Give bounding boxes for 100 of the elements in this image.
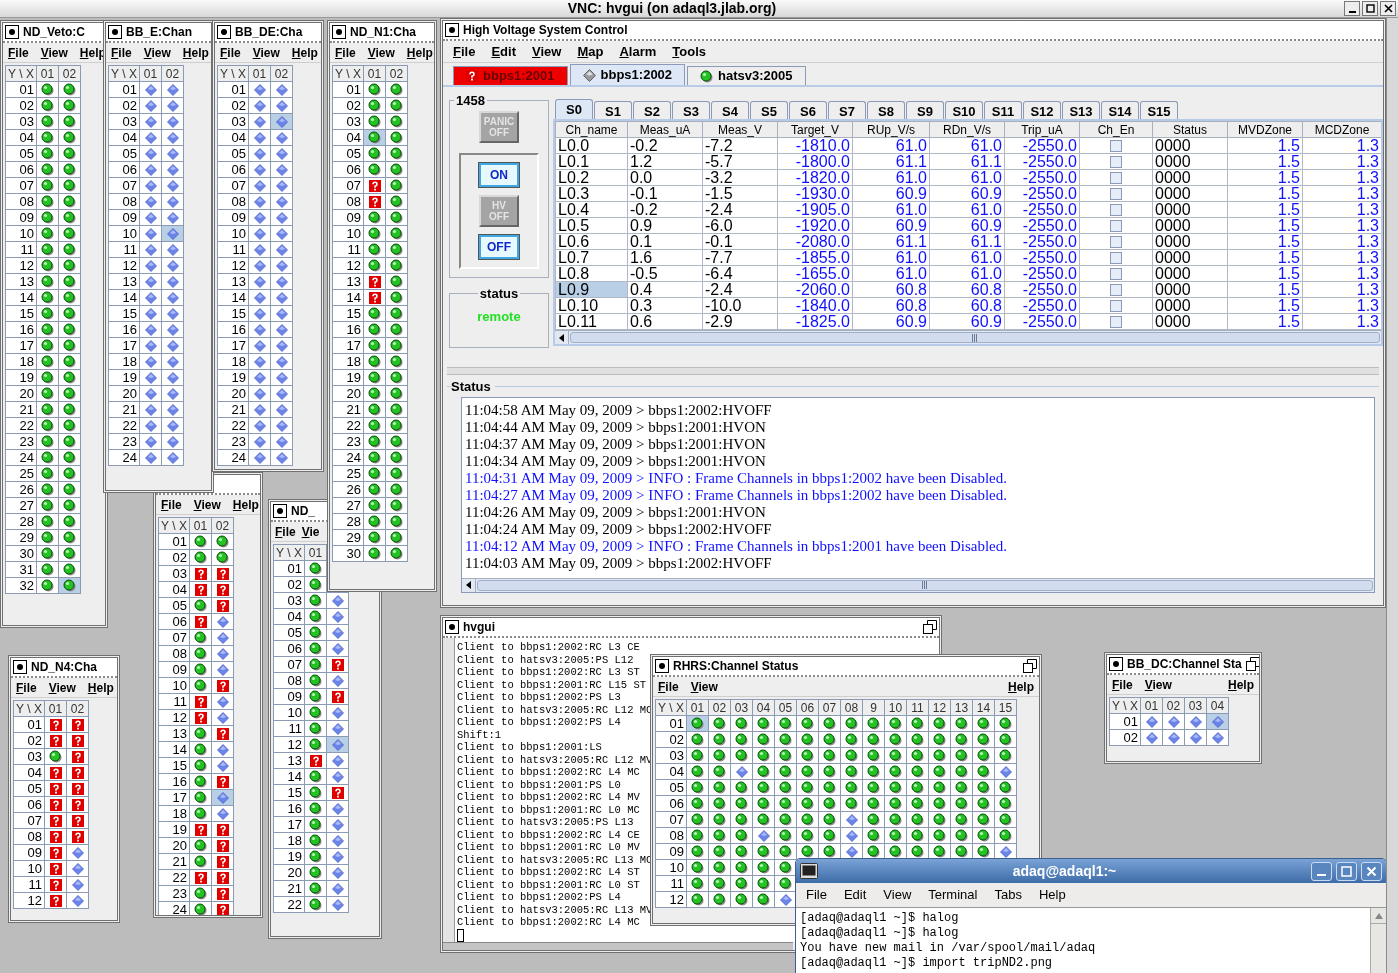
column-header[interactable]: Ch_name (555, 121, 628, 138)
window-title: RHRS:Channel Status (673, 658, 799, 675)
menu-item[interactable]: File (275, 522, 296, 541)
window-title: ND_N4:Cha (31, 659, 97, 676)
tab[interactable]: S8 (867, 101, 905, 119)
column-header[interactable]: MCDZone (1302, 121, 1381, 138)
column-header[interactable]: Target_V (777, 121, 853, 138)
menu-item[interactable]: File (453, 41, 476, 62)
window-title: BB_DC:Channel Sta (1127, 656, 1242, 673)
control-button[interactable]: OFF (479, 234, 519, 259)
menu-item[interactable]: Help (182, 43, 209, 62)
column-header: Y \ X (108, 65, 140, 82)
menu-item[interactable]: File (8, 43, 29, 62)
menu-item[interactable]: Help (1228, 675, 1254, 694)
column-header[interactable]: Ch_En (1079, 121, 1153, 138)
menu-item[interactable]: File (335, 43, 356, 62)
column-header: 15 (994, 699, 1017, 716)
column-header[interactable]: RUp_V/s (852, 121, 930, 138)
column-header: Y \ X (1109, 697, 1141, 714)
column-header[interactable]: Trip_uA (1004, 121, 1080, 138)
menu-item[interactable]: View (532, 41, 562, 62)
column-header: Y \ X (332, 65, 364, 82)
console-line: Client to hatsv3:2005:PS L12 (457, 653, 634, 666)
tab[interactable]: S9 (906, 101, 944, 119)
control-button[interactable]: ON (479, 162, 519, 187)
tab[interactable]: S10 (945, 101, 983, 119)
column-header: 02 (66, 700, 89, 717)
window-title: ND_ (291, 503, 315, 520)
tab[interactable]: S2 (633, 101, 671, 119)
menu-item[interactable]: Help (291, 43, 318, 62)
group-title: status (478, 284, 520, 303)
tab[interactable]: S15 (1140, 101, 1178, 119)
window-title: hvgui (463, 619, 495, 636)
menu-item[interactable]: Help (232, 495, 259, 514)
console-line: Client to bbps1:2002:RC L4 MC (457, 916, 640, 929)
column-header: 9 (862, 699, 885, 716)
menu-item[interactable]: File (161, 495, 182, 514)
tab[interactable]: S7 (828, 101, 866, 119)
menu-item[interactable]: File (111, 43, 132, 62)
log-line: 11:04:31 AM May 09, 2009 > INFO : Frame Channels in bbps1:2002 have been Disabled. (465, 469, 1008, 487)
menu-item[interactable]: File (806, 885, 827, 905)
column-header: 02 (385, 65, 408, 82)
menu-item[interactable]: View (883, 885, 912, 905)
column-header: 01 (304, 544, 327, 561)
menu-item[interactable]: View (40, 43, 68, 62)
menu-item[interactable]: Help (406, 43, 433, 62)
tab[interactable]: S4 (711, 101, 749, 119)
tab[interactable]: S14 (1101, 101, 1139, 119)
menu-item[interactable]: Tabs (994, 885, 1022, 905)
tab[interactable]: S6 (789, 101, 827, 119)
menu-item[interactable]: File (16, 678, 37, 697)
menu-item[interactable]: View (48, 678, 76, 697)
menu-item[interactable]: View (143, 43, 171, 62)
log-line: 11:04:03 AM May 09, 2009 > bbps1:2002:HVOFF (465, 554, 773, 572)
menu-item[interactable]: Help (87, 678, 114, 697)
column-header: Y \ X (217, 65, 249, 82)
menu-item[interactable]: View (690, 677, 718, 696)
console-line: Client to bbps1:2002:RC L3 ST (457, 666, 640, 679)
menu-item[interactable]: View (367, 43, 395, 62)
column-header: 02 (58, 65, 81, 82)
column-header: 06 (796, 699, 819, 716)
tab[interactable]: bbps1:2002 (569, 64, 686, 85)
menu-item[interactable]: View (1144, 675, 1172, 694)
column-header[interactable]: MVDZone (1227, 121, 1303, 138)
console-line: Client to bbps1:2002:RC L3 CE (457, 641, 640, 654)
tab[interactable]: S12 (1023, 101, 1061, 119)
tab[interactable]: S11 (984, 101, 1022, 119)
group-title: Status (451, 378, 492, 396)
log-line: 11:04:27 AM May 09, 2009 > INFO : Frame Channels in bbps1:2002 have been Disabled. (465, 486, 1008, 504)
menu-item[interactable]: Edit (843, 885, 867, 905)
column-header[interactable]: Meas_V (702, 121, 778, 138)
tab[interactable]: S1 (594, 101, 632, 119)
window-title: adaq@adaql1:~ (1011, 861, 1118, 881)
column-header: 11 (906, 699, 929, 716)
menu-item[interactable]: Alarm (619, 41, 657, 62)
tab[interactable]: S13 (1062, 101, 1100, 119)
tab[interactable]: S5 (750, 101, 788, 119)
tab[interactable]: hatsv3:2005 (687, 66, 806, 85)
tab[interactable]: S0 (555, 99, 593, 119)
console-line: Client to hatsv3:2005:PS L13 (457, 816, 634, 829)
menu-item[interactable]: Help (1008, 677, 1034, 696)
column-header[interactable]: Meas_uA (627, 121, 703, 138)
tab[interactable]: S3 (672, 101, 710, 119)
console-line: Client to bbps1:2002:RC L4 ST (457, 866, 640, 879)
console-line: Client to bbps1:2001:RC L0 ST (457, 878, 640, 891)
menu-item[interactable]: File (658, 677, 679, 696)
column-header[interactable]: RDn_V/s (929, 121, 1005, 138)
menu-item[interactable]: Vie (301, 522, 320, 541)
column-header: 02 (1162, 697, 1185, 714)
menu-item[interactable]: View (252, 43, 280, 62)
menu-item[interactable]: File (220, 43, 241, 62)
menu-item[interactable]: Map (577, 41, 604, 62)
menu-item[interactable]: Terminal (928, 885, 978, 905)
menu-item[interactable]: Edit (491, 41, 516, 62)
menu-item[interactable]: Tools (672, 41, 706, 62)
menu-item[interactable]: View (193, 495, 221, 514)
column-header: 01 (248, 65, 271, 82)
column-header[interactable]: Status (1152, 121, 1228, 138)
menu-item[interactable]: Help (1038, 885, 1066, 905)
menu-item[interactable]: File (1112, 675, 1133, 694)
